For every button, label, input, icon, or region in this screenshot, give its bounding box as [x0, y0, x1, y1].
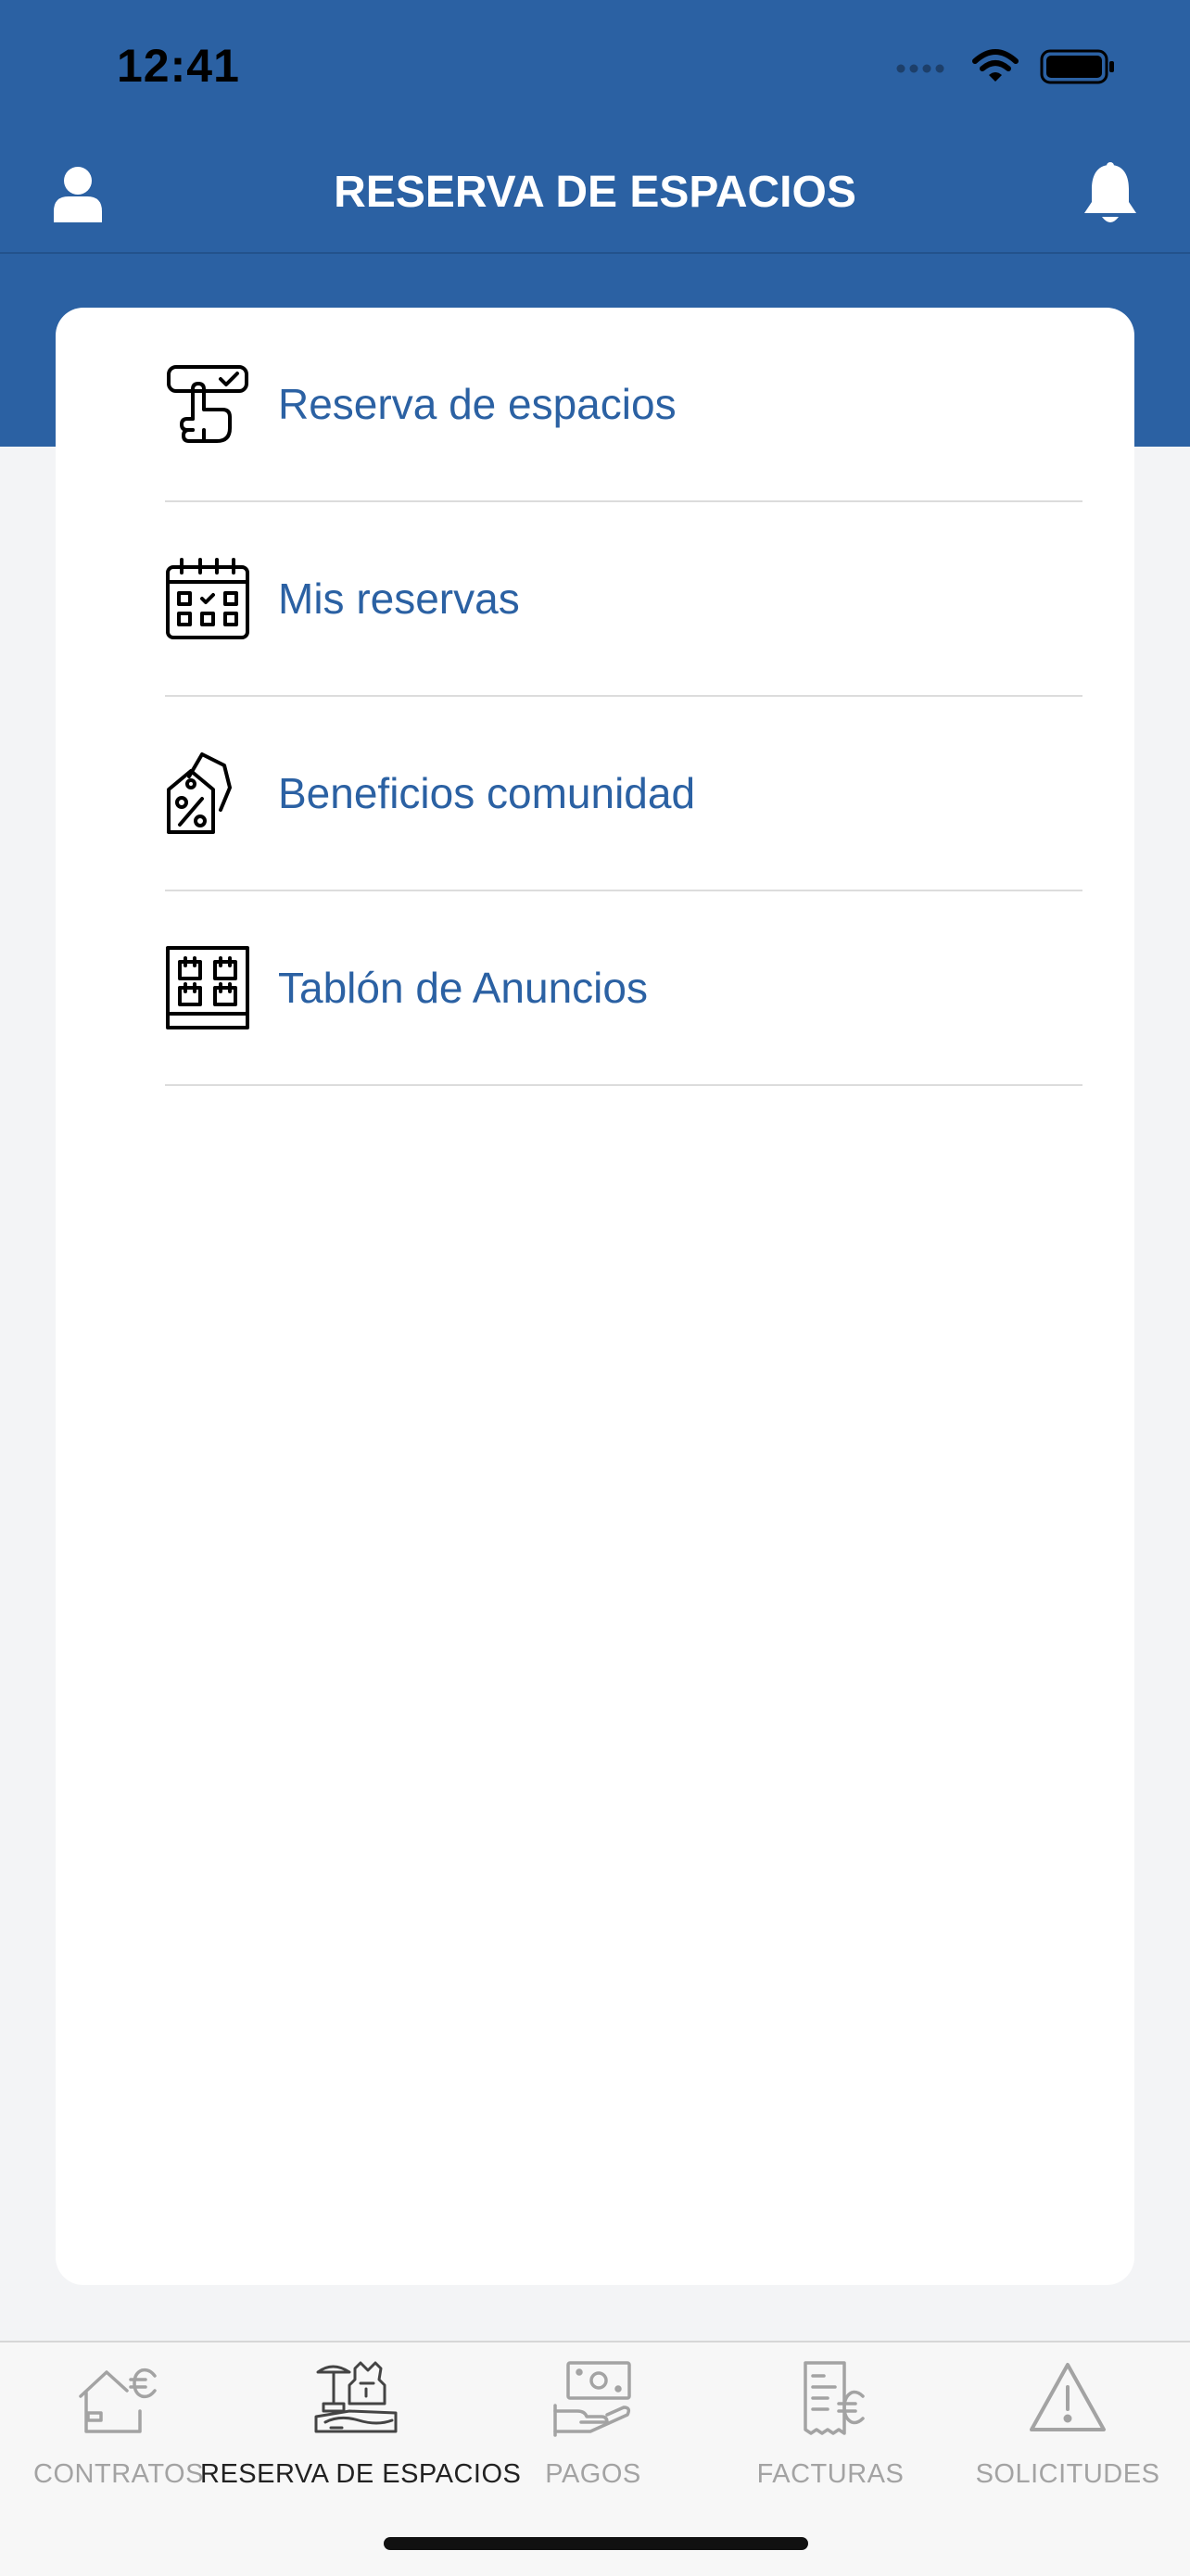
calendar-icon [166, 558, 249, 639]
bell-icon [1084, 162, 1136, 222]
menu-item-beneficios-comunidad[interactable]: Beneficios comunidad [165, 697, 1082, 891]
touch-check-icon [167, 365, 248, 443]
menu-list: Reserva de espacios Mis reservas Benefic… [165, 308, 1082, 1086]
hand-money-icon [553, 2361, 631, 2437]
notice-board-icon [166, 946, 249, 1029]
menu-item-label: Reserva de espacios [278, 380, 677, 428]
home-indicator[interactable] [384, 2537, 808, 2550]
status-bar: 12:41 [0, 0, 1190, 139]
receipt-euro-icon [804, 2361, 865, 2435]
status-time: 12:41 [117, 40, 240, 92]
warning-icon [1030, 2363, 1106, 2431]
house-euro-icon [79, 2368, 157, 2433]
tab-label: SOLICITUDES [975, 2459, 1160, 2489]
menu-item-label: Mis reservas [278, 575, 520, 623]
tab-solicitudes[interactable]: SOLICITUDES [949, 2342, 1186, 2489]
menu-item-tablon-anuncios[interactable]: Tablón de Anuncios [165, 891, 1082, 1086]
menu-item-label: Beneficios comunidad [278, 769, 696, 817]
facilities-icon [314, 2361, 398, 2433]
menu-item-mis-reservas[interactable]: Mis reservas [165, 502, 1082, 697]
cellular-signal-icon [896, 64, 944, 73]
status-icons [895, 46, 1116, 87]
discount-tag-icon [167, 752, 232, 834]
wifi-icon [972, 49, 1019, 82]
notifications-button[interactable] [1081, 161, 1140, 228]
menu-item-reserva-espacios[interactable]: Reserva de espacios [165, 308, 1082, 502]
battery-icon [1040, 49, 1114, 84]
page-title: RESERVA DE ESPACIOS [334, 168, 856, 217]
navigation-bar: RESERVA DE ESPACIOS [0, 139, 1190, 254]
menu-card: Reserva de espacios Mis reservas Benefic… [56, 308, 1134, 2285]
menu-item-label: Tablón de Anuncios [278, 964, 648, 1012]
